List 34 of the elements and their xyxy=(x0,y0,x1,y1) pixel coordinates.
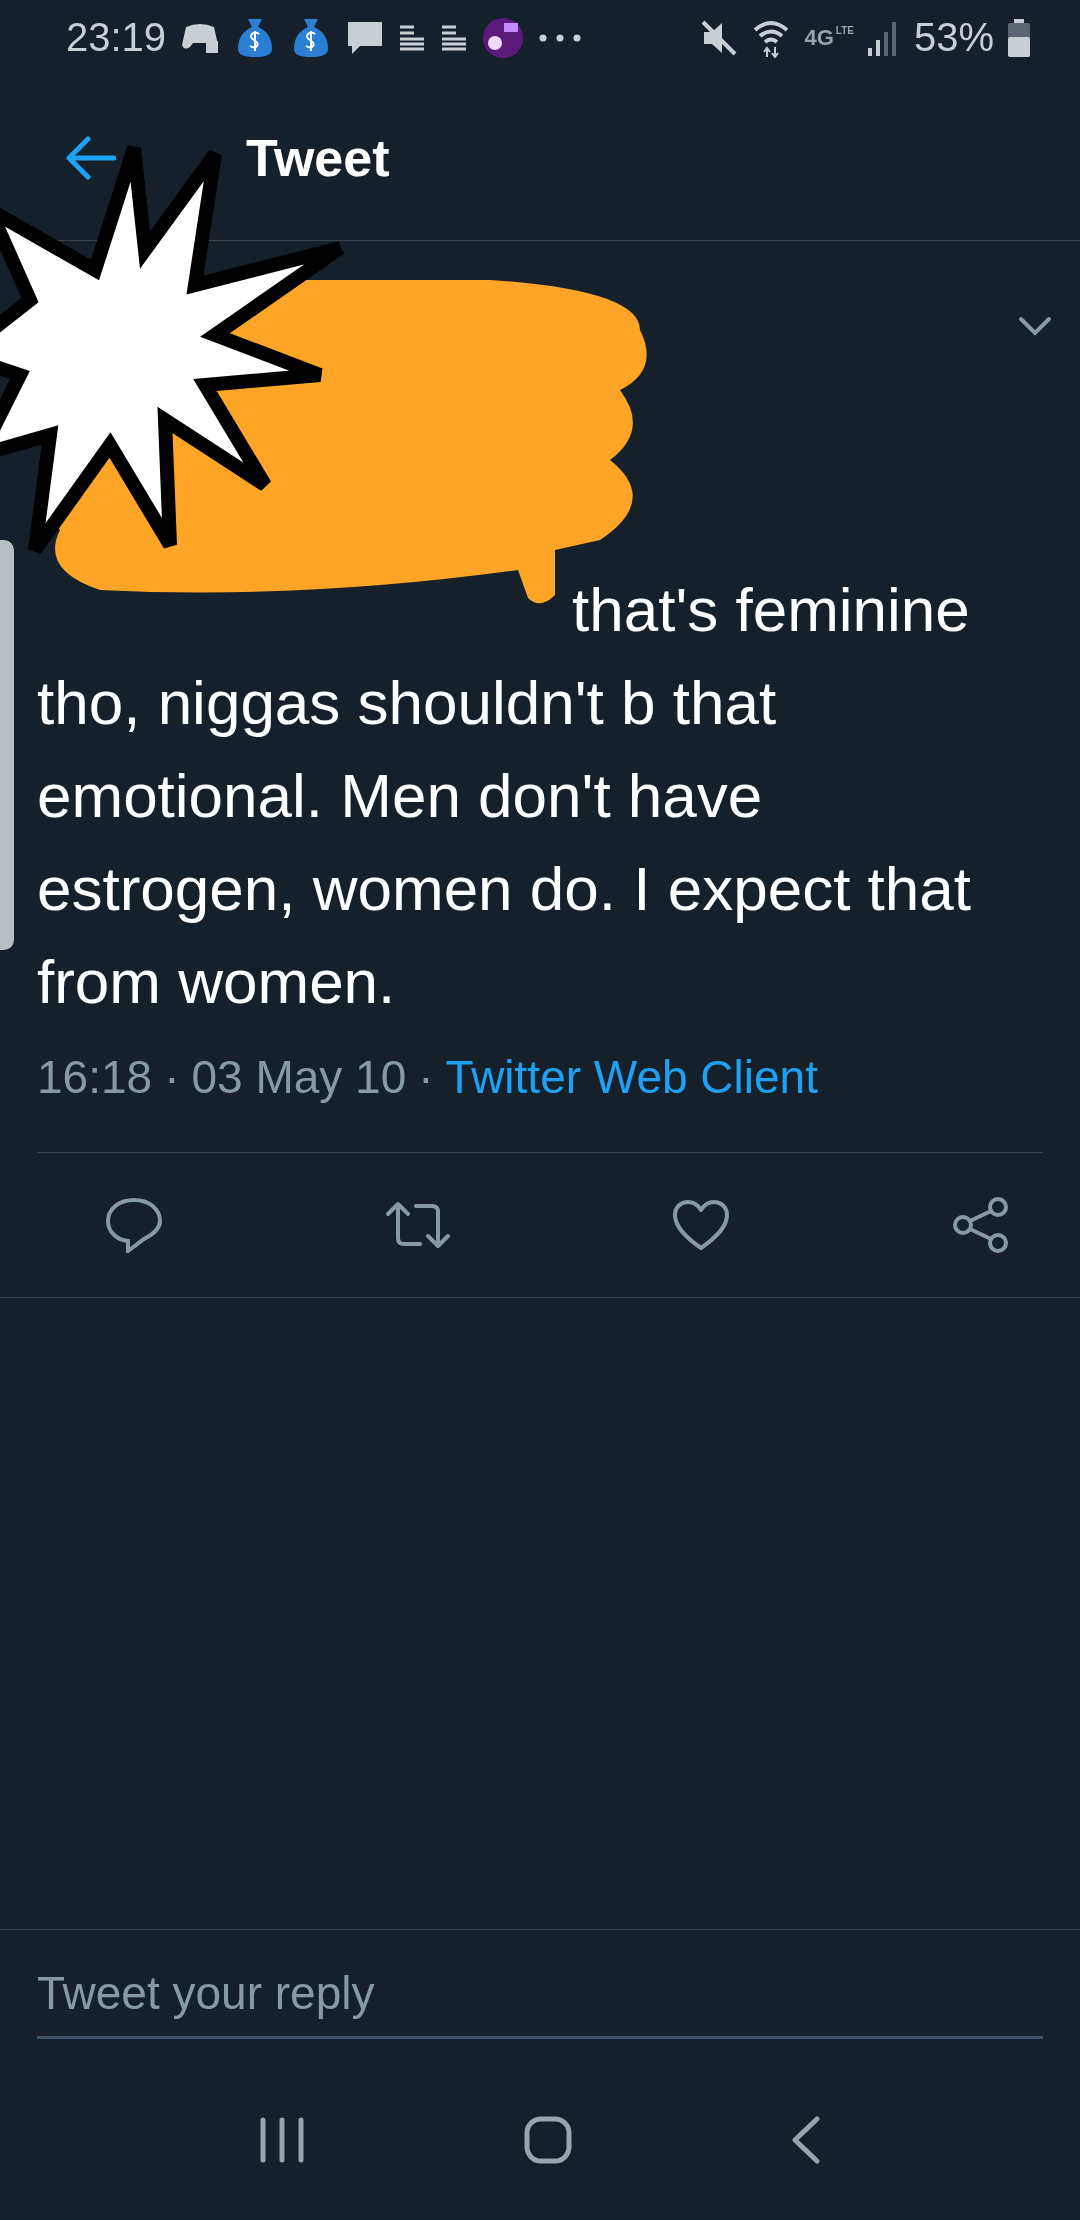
reply-icon xyxy=(105,1197,163,1253)
recents-nav-button[interactable] xyxy=(259,2117,306,2163)
reply-button[interactable] xyxy=(105,1197,163,1253)
status-time: 23:19 xyxy=(66,15,167,60)
mute-icon xyxy=(700,18,739,57)
back-arrow-icon xyxy=(66,135,116,180)
chevron-down-icon xyxy=(1018,316,1052,338)
home-icon xyxy=(524,2116,572,2164)
home-nav-button[interactable] xyxy=(524,2116,572,2164)
heart-icon xyxy=(672,1199,731,1251)
tweet-meta-text: 03 May 10 xyxy=(191,1050,407,1104)
tweet-meta-text: · xyxy=(418,1050,434,1104)
battery-percentage: 53% xyxy=(913,15,994,60)
back-button[interactable] xyxy=(66,135,116,180)
network-sub-label: LTE xyxy=(835,24,854,36)
share-icon xyxy=(951,1196,1010,1254)
retweet-button[interactable] xyxy=(384,1200,451,1250)
share-button[interactable] xyxy=(951,1196,1010,1254)
tweet-meta-text: · xyxy=(164,1050,180,1104)
battery-icon xyxy=(1008,18,1030,57)
recent-apps-icon xyxy=(259,2117,306,2163)
header-title: Tweet xyxy=(246,127,390,188)
message-icon xyxy=(346,19,385,56)
back-nav-button[interactable] xyxy=(790,2116,821,2164)
like-button[interactable] xyxy=(672,1199,731,1251)
app-icon xyxy=(482,16,525,59)
back-icon xyxy=(790,2116,821,2164)
more-icon xyxy=(538,32,583,43)
network-label: 4G xyxy=(804,24,834,51)
reply-field[interactable]: Tweet your reply xyxy=(37,1966,1043,2039)
tweet-meta-text: 16:18 xyxy=(37,1050,153,1104)
source-link[interactable]: Twitter Web Client xyxy=(445,1050,818,1104)
tweet-text: that's feminine tho, niggas shouldn't b that emotional. Men don't have estrogen, women do. I expect that from women. xyxy=(37,574,972,1018)
retweet-icon xyxy=(384,1200,451,1250)
